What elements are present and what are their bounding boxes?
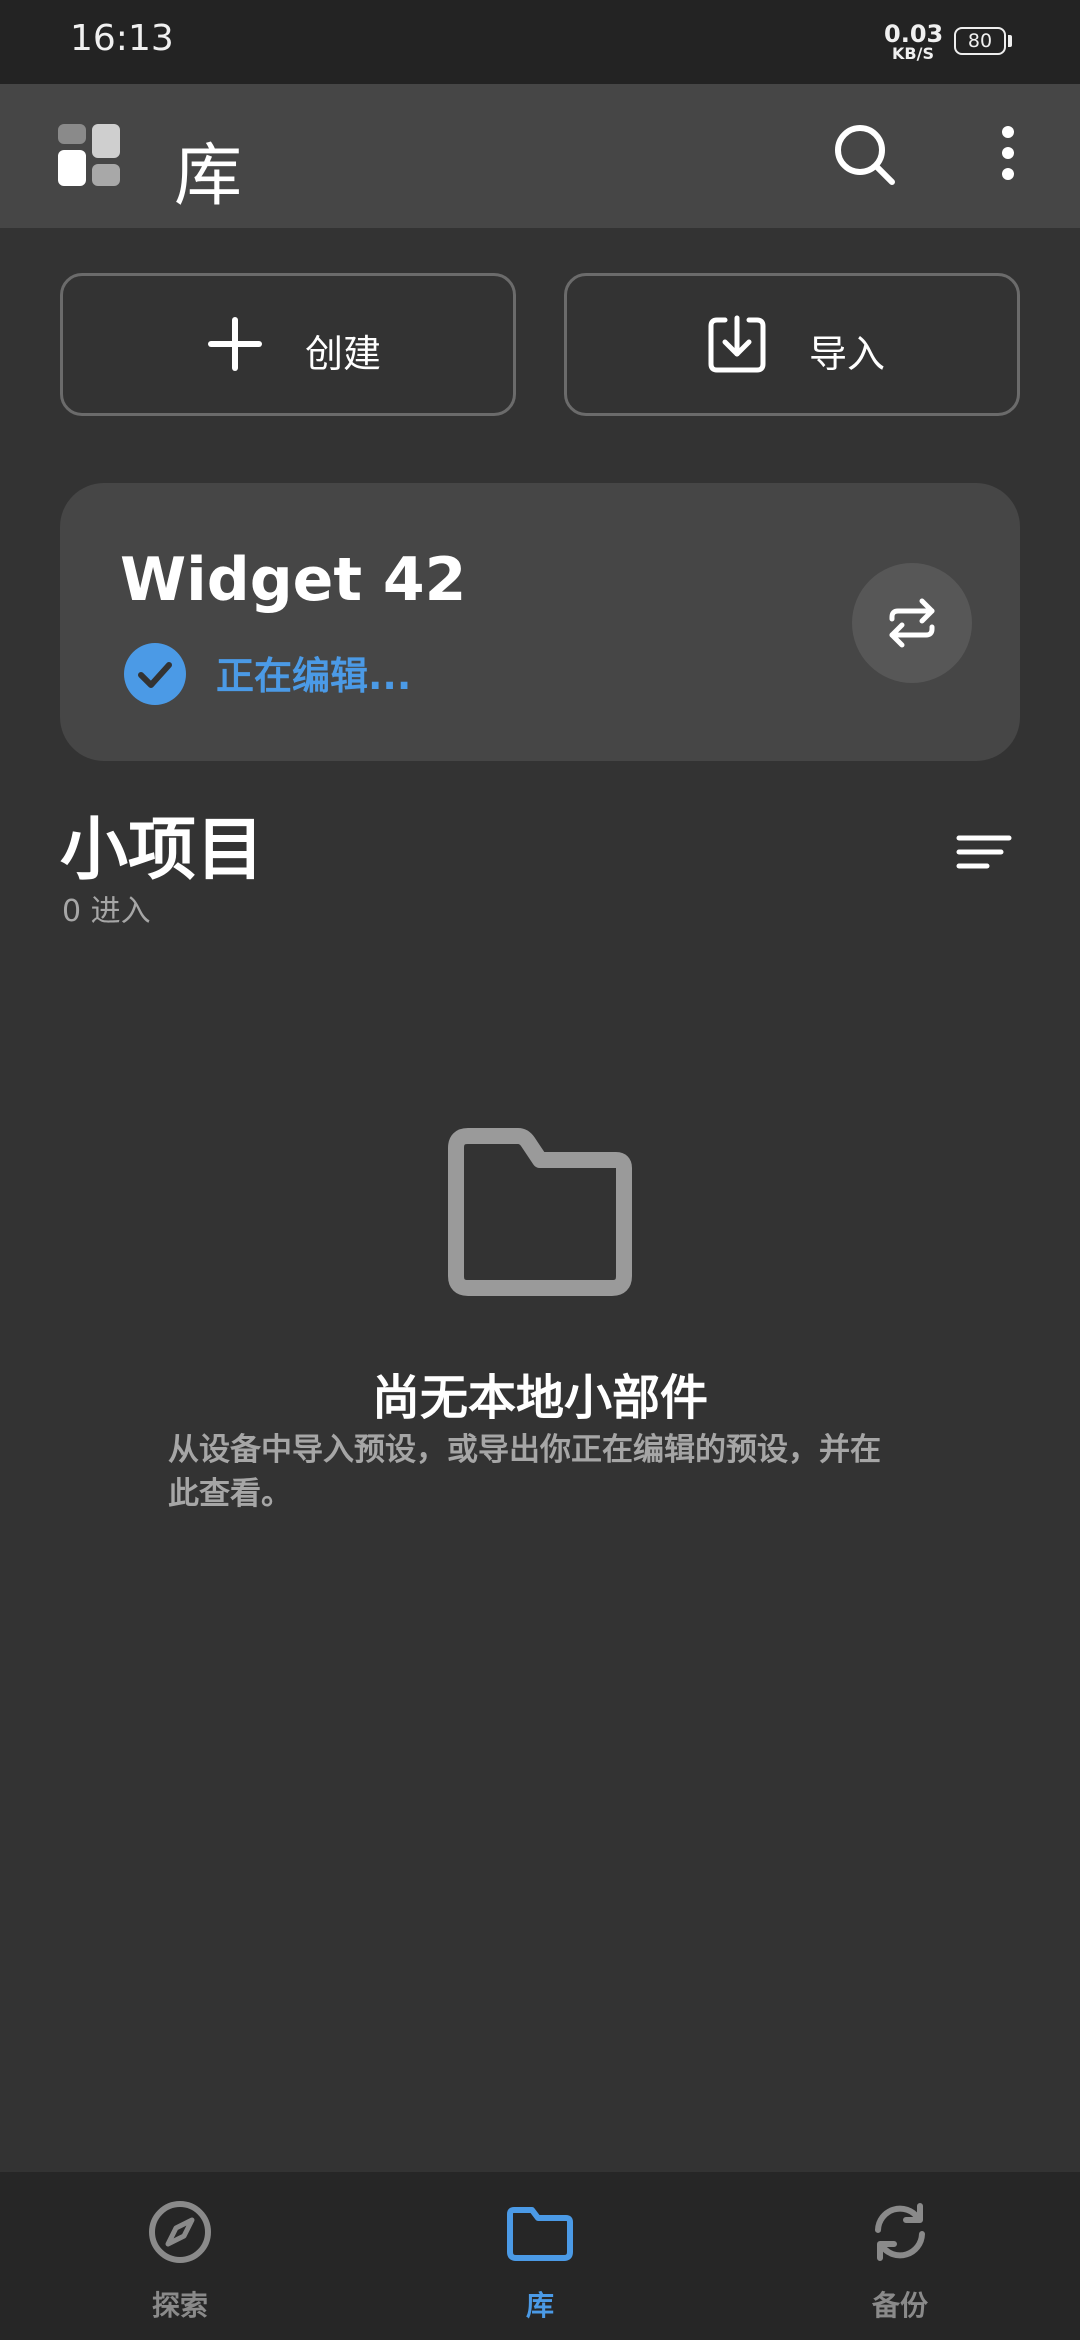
battery-tip — [1008, 35, 1012, 47]
swap-icon — [889, 598, 935, 648]
search-button[interactable] — [830, 120, 902, 192]
plus-icon — [208, 317, 262, 371]
battery-icon: 80 — [954, 27, 1006, 55]
nav-label-explore: 探索 — [151, 2289, 208, 2322]
nav-label-library: 库 — [525, 2289, 554, 2322]
import-button[interactable]: 导入 — [564, 273, 1020, 416]
network-speed-value: 0.03 — [884, 20, 944, 48]
folder-empty-icon — [448, 1128, 632, 1296]
status-bar: 16:13 0.03 KB/S 80 — [0, 0, 1080, 84]
bottom-navigation: 探索 库 备份 — [0, 2172, 1080, 2340]
nav-item-explore[interactable]: 探索 — [0, 2172, 360, 2340]
sync-icon — [875, 2203, 925, 2261]
import-icon — [708, 315, 766, 373]
battery-level: 80 — [967, 30, 993, 52]
section-title: 小项目 — [60, 811, 265, 890]
empty-state-title: 尚无本地小部件 — [371, 1370, 708, 1426]
network-speed-unit: KB/S — [892, 44, 934, 63]
nav-label-backup: 备份 — [871, 2289, 928, 2322]
widget-name: Widget 42 — [120, 545, 467, 615]
folder-icon — [507, 2207, 573, 2261]
compass-icon — [149, 2201, 211, 2263]
section-count: 0 进入 — [62, 894, 151, 929]
nav-item-library[interactable]: 库 — [360, 2172, 720, 2340]
nav-item-backup[interactable]: 备份 — [720, 2172, 1080, 2340]
empty-state-description: 从设备中导入预设，或导出你正在编辑的预设，并在此查看。 — [168, 1432, 881, 1512]
import-label: 导入 — [809, 332, 886, 376]
page-title: 库 — [174, 137, 243, 216]
sort-button[interactable] — [956, 830, 1012, 878]
network-speed: 0.03 KB/S — [884, 20, 944, 63]
sort-icon — [956, 835, 1012, 869]
more-vertical-icon — [1002, 126, 1014, 180]
status-time: 16:13 — [70, 18, 174, 59]
widget-grid-logo-icon — [58, 124, 122, 188]
create-label: 创建 — [305, 332, 382, 376]
current-widget-card[interactable]: Widget 42 正在编辑... — [60, 483, 1020, 761]
more-options-button[interactable] — [990, 120, 1026, 192]
app-bar: 库 — [0, 84, 1080, 228]
swap-widget-button[interactable] — [852, 563, 972, 683]
create-button[interactable]: 创建 — [60, 273, 516, 416]
search-icon — [835, 125, 895, 185]
editing-status: 正在编辑... — [216, 654, 412, 698]
check-circle-icon — [124, 643, 186, 705]
